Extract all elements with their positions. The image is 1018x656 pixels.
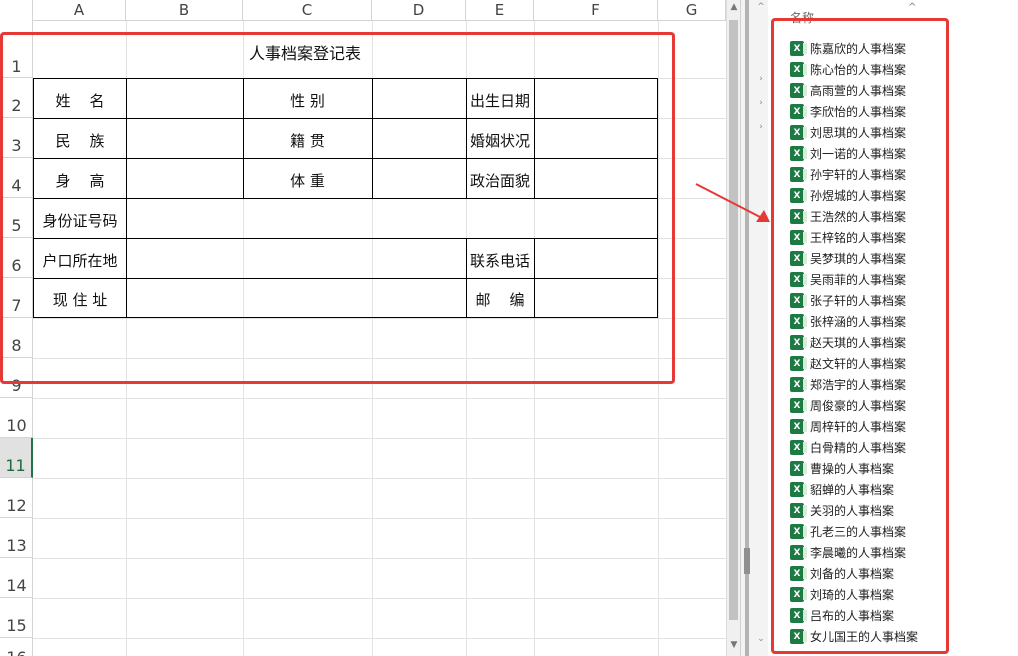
pointer-arrow [695,183,770,222]
row-header-selected[interactable]: 11 [0,438,33,478]
row-header[interactable]: 15 [0,598,33,638]
column-header-a[interactable]: A [33,0,126,20]
scroll-down-icon[interactable]: ▼ [728,640,740,650]
grid-line [33,638,740,639]
scrollbar-thumb[interactable] [729,20,738,620]
row-header[interactable]: 16 [0,638,33,656]
column-header-c[interactable]: C [243,0,372,20]
row-header[interactable]: 10 [0,398,33,438]
select-all-corner[interactable] [0,0,33,20]
row-header[interactable]: 13 [0,518,33,558]
highlight-box-form [0,32,675,384]
pane-splitter[interactable]: ^ › › › ⌄ [740,0,769,656]
grid-line [33,558,740,559]
vertical-scrollbar[interactable]: ▲ ▼ [726,0,740,656]
tick-icon: › [759,122,763,132]
column-header-g[interactable]: G [658,0,726,20]
grid-line [33,598,740,599]
column-header-f[interactable]: F [534,0,658,20]
row-header[interactable]: 14 [0,558,33,598]
scroll-down-icon[interactable]: ⌄ [755,634,767,644]
grid-line [33,478,740,479]
grid-line [33,438,740,439]
caret-up-icon: ^ [757,2,765,12]
row-header[interactable]: 12 [0,478,33,518]
grid-line [33,518,740,519]
tick-icon: › [759,98,763,108]
splitter-thumb[interactable] [744,548,750,574]
column-header-e[interactable]: E [466,0,534,20]
scroll-up-icon[interactable]: ▲ [728,2,740,12]
tick-icon: › [759,74,763,84]
grid-line [33,398,740,399]
column-header-bar: A B C D E F G [0,0,740,21]
column-header-b[interactable]: B [126,0,243,20]
highlight-box-file-list [771,18,949,654]
sort-ascending-icon[interactable]: ^ [908,2,916,13]
column-header-d[interactable]: D [372,0,466,20]
